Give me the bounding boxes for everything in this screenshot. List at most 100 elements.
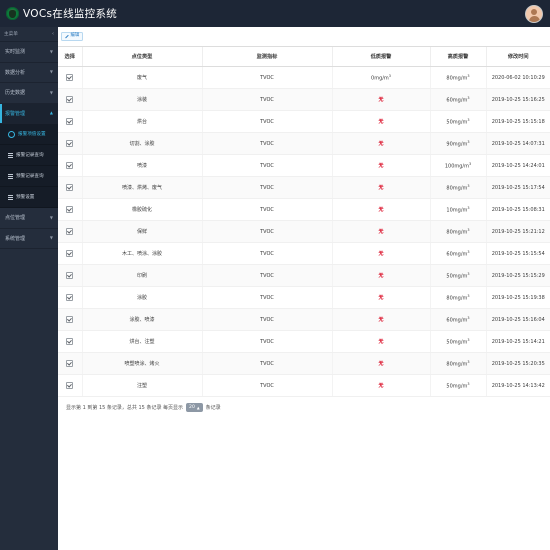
cell-modified-time: 2019-10-25 15:15:54 <box>485 242 550 265</box>
chevron-down-icon: ▼ <box>49 89 53 95</box>
cell-modified-time: 2019-10-25 15:14:21 <box>485 330 550 353</box>
table-row[interactable]: 烘台 TVOC 无 50mg/m3 2019-10-25 15:15:18 <box>58 110 550 133</box>
row-select-cell[interactable] <box>58 264 82 287</box>
cell-high-alarm: 50mg/m3 <box>429 264 486 287</box>
cell-point-type: 喷漆、烘烤、废气 <box>81 176 202 199</box>
sidebar-subitem-label: 预警设置 <box>16 195 35 200</box>
cell-metric: TVOC <box>201 154 332 177</box>
caret-up-icon: ▲ <box>196 405 200 410</box>
cell-metric: TVOC <box>201 286 332 309</box>
cell-low-alarm: 无 <box>331 330 430 353</box>
cell-high-alarm: 10mg/m3 <box>429 198 486 221</box>
table-row[interactable]: 喷漆 TVOC 无 100mg/m3 2019-10-25 14:24:01 <box>58 154 550 177</box>
row-select-cell[interactable] <box>58 330 82 353</box>
table-row[interactable]: 涂胶、喷漆 TVOC 无 60mg/m3 2019-10-25 15:16:04 <box>58 308 550 331</box>
cell-high-alarm: 80mg/m3 <box>429 286 486 309</box>
cell-point-type: 涂装 <box>81 88 202 111</box>
sidebar-item-realtime[interactable]: 实时监测 ▼ <box>0 42 58 63</box>
sidebar-subitem-alarm-threshold-settings[interactable]: 报警项值设置 <box>0 124 58 145</box>
table-row[interactable]: 橡胶硫化 TVOC 无 10mg/m3 2019-10-25 15:08:31 <box>58 198 550 221</box>
row-checkbox[interactable] <box>66 140 74 147</box>
column-header-type: 点位类型 <box>81 46 202 67</box>
row-select-cell[interactable] <box>58 176 82 199</box>
table-row[interactable]: 切割、涂胶 TVOC 无 90mg/m3 2019-10-25 14:07:31 <box>58 132 550 155</box>
row-checkbox[interactable] <box>66 316 74 323</box>
sidebar-item-system-management[interactable]: 系统管理 ▼ <box>0 229 58 249</box>
cell-low-alarm: 无 <box>331 264 430 287</box>
row-checkbox[interactable] <box>66 250 74 257</box>
row-select-cell[interactable] <box>58 308 82 331</box>
sidebar-item-point-management[interactable]: 点位管理 ▼ <box>0 208 58 229</box>
row-checkbox[interactable] <box>66 96 74 103</box>
cell-low-alarm: 0mg/m3 <box>331 66 430 89</box>
table-row[interactable]: 木工、喷涂、涂胶 TVOC 无 60mg/m3 2019-10-25 15:15:54 <box>58 242 550 265</box>
app-root: VOCs在线监控系统 主菜单 ‹ 实时监测 ▼ 数据分析 ▼ 历史数据 ▼ 报警… <box>0 0 550 550</box>
row-select-cell[interactable] <box>58 220 82 243</box>
row-checkbox[interactable] <box>66 228 74 235</box>
row-select-cell[interactable] <box>58 352 82 375</box>
table-row[interactable]: 涂胶 TVOC 无 80mg/m3 2019-10-25 15:19:38 <box>58 286 550 309</box>
chevron-down-icon: ▼ <box>49 235 53 241</box>
sidebar-header: 主菜单 ‹ <box>0 27 58 42</box>
sidebar-item-alarm-management[interactable]: 报警管理 ▲ <box>0 103 58 124</box>
chevron-left-icon[interactable]: ‹ <box>52 31 54 37</box>
no-value-marker: 无 <box>378 251 384 257</box>
sidebar-subitem-label: 报警记录查询 <box>16 153 44 158</box>
sidebar-subitem-prewarning-settings[interactable]: 预警设置 <box>0 187 58 208</box>
row-select-cell[interactable] <box>58 286 82 309</box>
row-checkbox[interactable] <box>66 162 74 169</box>
row-select-cell[interactable] <box>58 88 82 111</box>
cell-modified-time: 2019-10-25 15:20:35 <box>485 352 550 375</box>
row-select-cell[interactable] <box>58 154 82 177</box>
row-select-cell[interactable] <box>58 242 82 265</box>
table-row[interactable]: 注塑 TVOC 无 50mg/m3 2019-10-25 14:13:42 <box>58 374 550 397</box>
row-checkbox[interactable] <box>66 206 74 213</box>
pencil-icon <box>65 35 69 39</box>
sidebar-item-analysis[interactable]: 数据分析 ▼ <box>0 63 58 83</box>
row-select-cell[interactable] <box>58 374 82 397</box>
column-header-low: 低质报警 <box>331 46 430 67</box>
no-value-marker: 无 <box>378 207 384 213</box>
page-size-value: 20 <box>189 405 195 410</box>
cell-high-alarm: 50mg/m3 <box>429 330 486 353</box>
cell-high-alarm: 50mg/m3 <box>429 374 486 397</box>
table-row[interactable]: 烘台、注塑 TVOC 无 50mg/m3 2019-10-25 15:14:21 <box>58 330 550 353</box>
sidebar-subitem-label: 报警项值设置 <box>18 132 46 137</box>
table-toolbar: 编辑 <box>58 27 550 46</box>
edit-button[interactable]: 编辑 <box>61 31 84 42</box>
row-checkbox[interactable] <box>66 184 74 191</box>
row-checkbox[interactable] <box>66 74 74 81</box>
row-checkbox[interactable] <box>66 272 74 279</box>
sidebar-subitem-prewarning-records[interactable]: 预警记录查询 <box>0 166 58 187</box>
cell-point-type: 切割、涂胶 <box>81 132 202 155</box>
row-checkbox[interactable] <box>66 118 74 125</box>
cell-low-alarm: 无 <box>331 286 430 309</box>
chevron-up-icon: ▲ <box>49 110 53 116</box>
page-size-selector[interactable]: 20 ▲ <box>186 403 203 412</box>
row-select-cell[interactable] <box>58 132 82 155</box>
user-avatar-icon[interactable] <box>525 5 543 23</box>
table-row[interactable]: 保鲜 TVOC 无 80mg/m3 2019-10-25 15:21:12 <box>58 220 550 243</box>
no-value-marker: 无 <box>378 273 384 279</box>
cell-modified-time: 2019-10-25 15:16:04 <box>485 308 550 331</box>
row-select-cell[interactable] <box>58 198 82 221</box>
row-checkbox[interactable] <box>66 294 74 301</box>
sidebar-item-label: 点位管理 <box>5 215 26 222</box>
table-row[interactable]: 印刷 TVOC 无 50mg/m3 2019-10-25 15:15:29 <box>58 264 550 287</box>
table-row[interactable]: 喷漆、烘烤、废气 TVOC 无 80mg/m3 2019-10-25 15:17:54 <box>58 176 550 199</box>
table-row[interactable]: 废气 TVOC 0mg/m3 80mg/m3 2020-06-02 10:10:29 <box>58 66 550 89</box>
chevron-down-icon: ▼ <box>49 69 53 75</box>
row-checkbox[interactable] <box>66 382 74 389</box>
row-checkbox[interactable] <box>66 338 74 345</box>
sidebar-subitem-alarm-records[interactable]: 报警记录查询 <box>0 145 58 166</box>
row-select-cell[interactable] <box>58 110 82 133</box>
row-select-cell[interactable] <box>58 66 82 89</box>
table-row[interactable]: 涂装 TVOC 无 60mg/m3 2019-10-25 15:16:25 <box>58 88 550 111</box>
sidebar: 主菜单 ‹ 实时监测 ▼ 数据分析 ▼ 历史数据 ▼ 报警管理 ▲ 报警项值设置… <box>0 27 58 550</box>
sidebar-item-history[interactable]: 历史数据 ▼ <box>0 83 58 104</box>
cell-modified-time: 2019-10-25 14:13:42 <box>485 374 550 397</box>
row-checkbox[interactable] <box>66 360 74 367</box>
table-row[interactable]: 喷塑喷涂、烤火 TVOC 无 80mg/m3 2019-10-25 15:20:35 <box>58 352 550 375</box>
cell-modified-time: 2019-10-25 15:21:12 <box>485 220 550 243</box>
cell-low-alarm: 无 <box>331 242 430 265</box>
